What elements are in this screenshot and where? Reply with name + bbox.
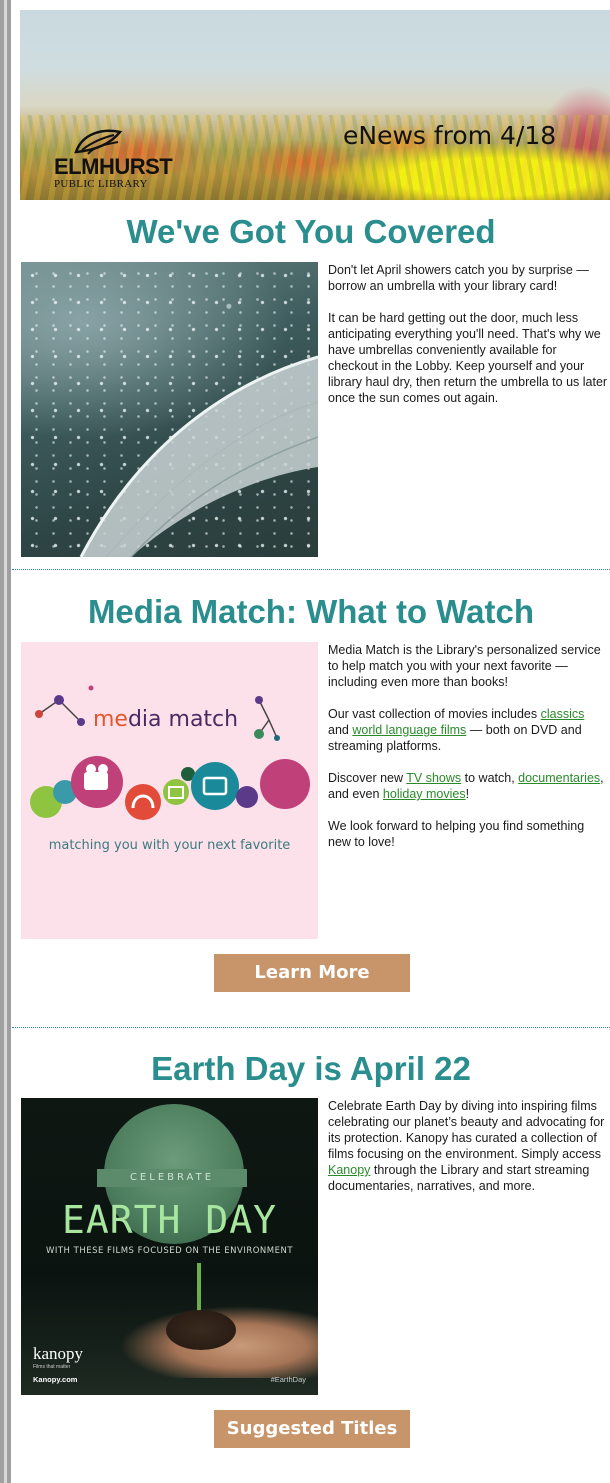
- logo-name: ELMHURST: [54, 154, 173, 179]
- section-title-umbrella: We've Got You Covered: [126, 213, 496, 250]
- kanopy-link[interactable]: Kanopy: [328, 1163, 370, 1177]
- sprout-icon: [197, 1263, 201, 1313]
- section-title-media-match: Media Match: What to Watch: [87, 593, 535, 630]
- earth-day-image: CELEBRATE EARTH DAY WITH THESE FILMS FOC…: [21, 1098, 318, 1395]
- suggested-titles-button[interactable]: Suggested Titles: [214, 1410, 410, 1448]
- tv-shows-link[interactable]: TV shows: [406, 771, 461, 785]
- left-margin-bar: [0, 0, 11, 1483]
- earth-day-image-title: EARTH DAY: [62, 1198, 277, 1242]
- section-title-earth-day: Earth Day is April 22: [151, 1050, 471, 1087]
- text-span: Discover new: [328, 771, 407, 785]
- earth-day-hashtag: #EarthDay: [270, 1375, 306, 1384]
- enews-date-label: eNews from 4/18: [343, 121, 557, 150]
- umbrella-paragraph-2: It can be hard getting out the door, muc…: [328, 311, 608, 405]
- text-span: Celebrate Earth Day by diving into inspi…: [328, 1099, 605, 1161]
- documentaries-link[interactable]: documentaries: [518, 771, 600, 785]
- umbrella-text: Don't let April showers catch you by sur…: [328, 262, 608, 422]
- text-span: !: [465, 787, 470, 801]
- umbrella-photo: [21, 262, 318, 557]
- learn-more-button[interactable]: Learn More: [214, 954, 410, 992]
- logo-subtitle: PUBLIC LIBRARY: [54, 178, 148, 190]
- text-span: and: [328, 723, 353, 737]
- header-banner: ELMHURST PUBLIC LIBRARY eNews from 4/18: [20, 10, 610, 200]
- media-match-logo-rest: dia match: [127, 707, 239, 732]
- earth-day-paragraph-1: Celebrate Earth Day by diving into inspi…: [328, 1098, 608, 1194]
- media-match-paragraph-1: Media Match is the Library's personalize…: [328, 643, 601, 689]
- soil-graphic: [166, 1310, 236, 1350]
- library-logo[interactable]: ELMHURST PUBLIC LIBRARY: [48, 126, 198, 196]
- world-language-films-link[interactable]: world language films: [352, 723, 466, 737]
- kanopy-logo: kanopy: [33, 1344, 84, 1363]
- media-match-image: media match matching you with your next …: [21, 642, 318, 939]
- kanopy-url: Kanopy.com: [33, 1375, 78, 1384]
- earth-day-image-subtitle: WITH THESE FILMS FOCUSED ON THE ENVIRONM…: [45, 1246, 294, 1256]
- classics-link[interactable]: classics: [541, 707, 585, 721]
- media-match-logo-text: media match: [93, 707, 238, 732]
- earth-day-text: Celebrate Earth Day by diving into inspi…: [328, 1098, 608, 1210]
- media-match-text: Media Match is the Library's personalize…: [328, 642, 608, 866]
- holiday-movies-link[interactable]: holiday movies: [383, 787, 466, 801]
- text-span: to watch,: [461, 771, 519, 785]
- umbrella-graphic: [79, 355, 318, 557]
- celebrate-ribbon: CELEBRATE: [97, 1169, 247, 1187]
- text-span: Our vast collection of movies includes: [328, 707, 541, 721]
- media-match-paragraph-2: Our vast collection of movies includes c…: [328, 706, 608, 754]
- newsletter-content: ELMHURST PUBLIC LIBRARY eNews from 4/18 …: [12, 0, 610, 1483]
- umbrella-paragraph-1: Don't let April showers catch you by sur…: [328, 263, 589, 293]
- media-match-logo-accent: me: [93, 707, 128, 732]
- media-match-graphic: [30, 685, 310, 820]
- media-match-caption: matching you with your next favorite: [48, 838, 291, 853]
- section-divider: [12, 569, 610, 570]
- kanopy-tagline: Films that matter: [33, 1364, 71, 1370]
- media-match-paragraph-4: We look forward to helping you find some…: [328, 819, 585, 849]
- section-divider: [12, 1027, 610, 1028]
- media-match-paragraph-3: Discover new TV shows to watch, document…: [328, 770, 608, 802]
- leaf-icon: [74, 129, 123, 155]
